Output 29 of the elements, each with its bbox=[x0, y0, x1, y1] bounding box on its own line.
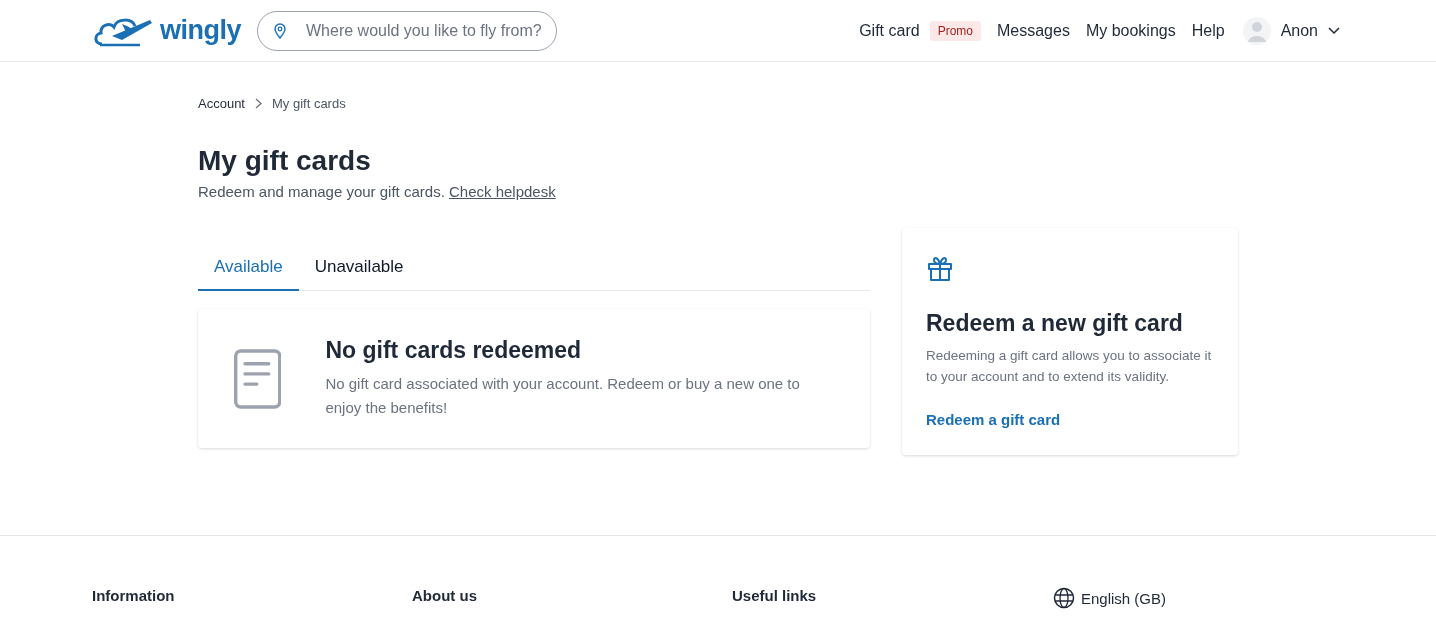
redeem-link[interactable]: Redeem a gift card bbox=[926, 411, 1061, 428]
redeem-title: Redeem a new gift card bbox=[926, 310, 1184, 337]
search-field[interactable]: Where would you like to fly from? bbox=[257, 10, 557, 51]
nav-link[interactable]: My bookings bbox=[1085, 21, 1176, 40]
helpdesk-link[interactable]: Check helpdesk bbox=[449, 183, 556, 200]
breadcrumb-link[interactable]: Account bbox=[198, 96, 245, 111]
tab[interactable]: Unavailable bbox=[298, 244, 420, 291]
promo-badge: Promo bbox=[929, 20, 981, 41]
chevron-down-icon[interactable] bbox=[1328, 26, 1340, 35]
nav-link[interactable]: Messages bbox=[996, 21, 1070, 40]
footer-heading: Useful links bbox=[732, 587, 818, 606]
language-selector[interactable]: English (GB) bbox=[1081, 589, 1167, 607]
user-name[interactable]: Anon bbox=[1280, 21, 1318, 40]
nav-link[interactable]: Help bbox=[1191, 21, 1225, 40]
empty-state-text: No gift card associated with your account. Redeem or buy a new one to enjoy the benefits! bbox=[325, 374, 801, 418]
location-pin-icon bbox=[274, 22, 286, 39]
empty-state-title: No gift cards redeemed bbox=[325, 337, 583, 364]
page-title: My gift cards bbox=[198, 145, 372, 177]
redeem-text: Redeeming a gift card allows you to associate it to your account and to extend its validity. bbox=[926, 347, 1213, 386]
globe-icon[interactable] bbox=[1053, 587, 1075, 609]
gift-icon bbox=[926, 254, 954, 282]
nav-link[interactable]: Gift card bbox=[859, 21, 920, 40]
chevron-right-icon bbox=[255, 98, 262, 109]
footer-heading: About us bbox=[412, 587, 478, 606]
breadcrumb-current: My gift cards bbox=[272, 96, 346, 111]
footer-heading: Information bbox=[92, 587, 176, 606]
tab[interactable]: Available bbox=[198, 244, 299, 291]
brand-name[interactable]: wingly bbox=[160, 15, 241, 46]
page-subtitle: Redeem and manage your gift cards. bbox=[198, 183, 445, 200]
